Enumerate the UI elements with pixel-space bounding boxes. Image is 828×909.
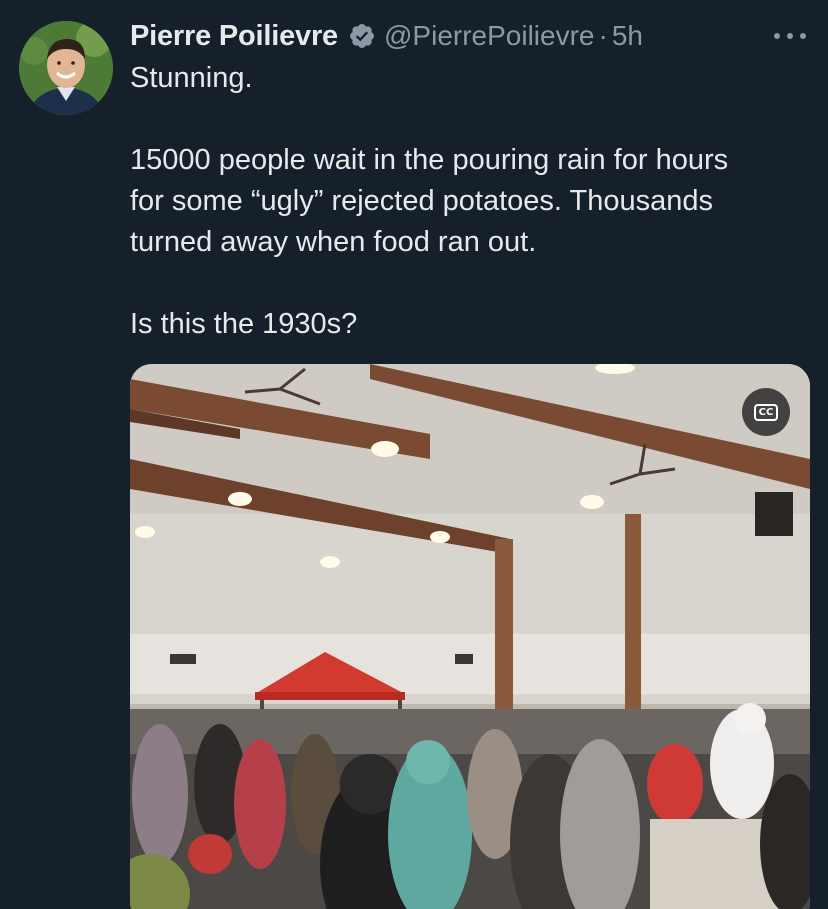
author-name[interactable]: Pierre Poilievre — [130, 20, 338, 53]
verified-badge-icon — [348, 22, 376, 50]
tweet-paragraph: Stunning. — [130, 62, 253, 94]
tweet-header: Pierre Poilievre @PierrePoilievre · 5h — [130, 18, 643, 54]
captions-label: CC — [753, 403, 779, 421]
video-frame — [130, 364, 810, 909]
more-options-icon[interactable] — [774, 24, 806, 48]
tweet: Pierre Poilievre @PierrePoilievre · 5h S… — [0, 0, 828, 909]
tweet-paragraph: 15000 people wait in the pouring rain fo… — [130, 144, 729, 258]
timestamp[interactable]: 5h — [612, 20, 643, 52]
avatar[interactable] — [19, 21, 113, 115]
more-dot-icon — [800, 33, 806, 39]
tweet-text: Stunning. 15000 people wait in the pouri… — [130, 58, 820, 345]
tweet-paragraph: Is this the 1930s? — [130, 308, 358, 340]
more-dot-icon — [787, 33, 793, 39]
author-handle[interactable]: @PierrePoilievre — [384, 20, 595, 52]
tweet-video[interactable]: CC — [130, 364, 810, 909]
more-dot-icon — [774, 33, 780, 39]
time-separator: · — [598, 20, 608, 51]
closed-captions-icon[interactable]: CC — [742, 388, 790, 436]
